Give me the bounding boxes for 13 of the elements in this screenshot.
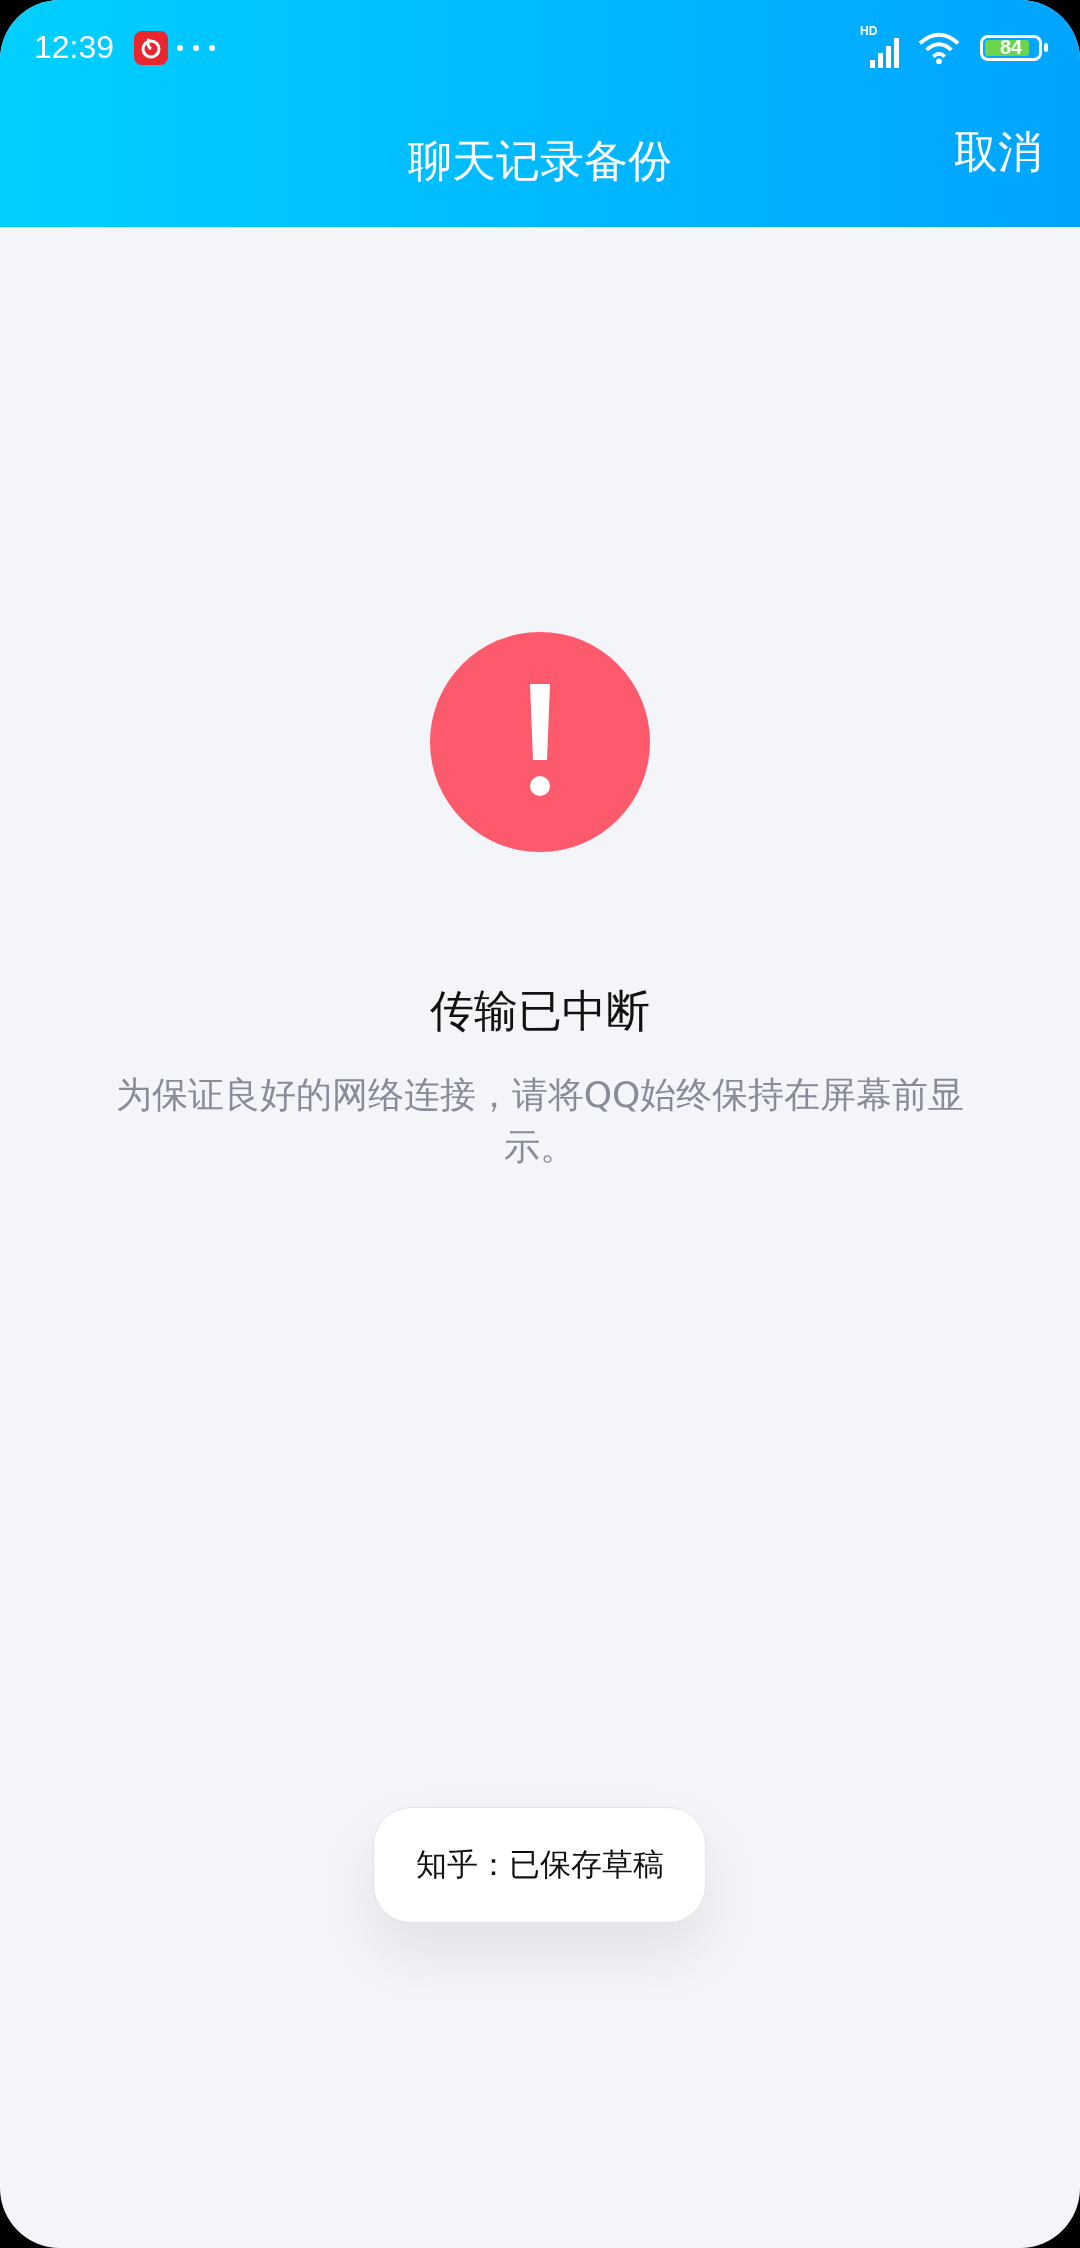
battery-level: 84	[999, 36, 1023, 59]
wifi-icon	[918, 30, 960, 65]
toast: 知乎：已保存草稿	[373, 1807, 706, 1923]
cancel-button[interactable]: 取消	[954, 123, 1042, 182]
status-time: 12:39	[34, 29, 115, 66]
status-title: 传输已中断	[430, 984, 650, 1038]
signal-icon	[870, 37, 900, 68]
more-notifications-icon	[176, 43, 217, 52]
status-description: 为保证良好的网络连接，请将QQ始终保持在屏幕前显示。	[114, 1073, 966, 1169]
hd-label: HD	[860, 23, 878, 38]
swirl-app-icon	[134, 30, 169, 65]
page-title: 聊天记录备份	[408, 133, 672, 188]
alert-icon	[430, 632, 650, 852]
